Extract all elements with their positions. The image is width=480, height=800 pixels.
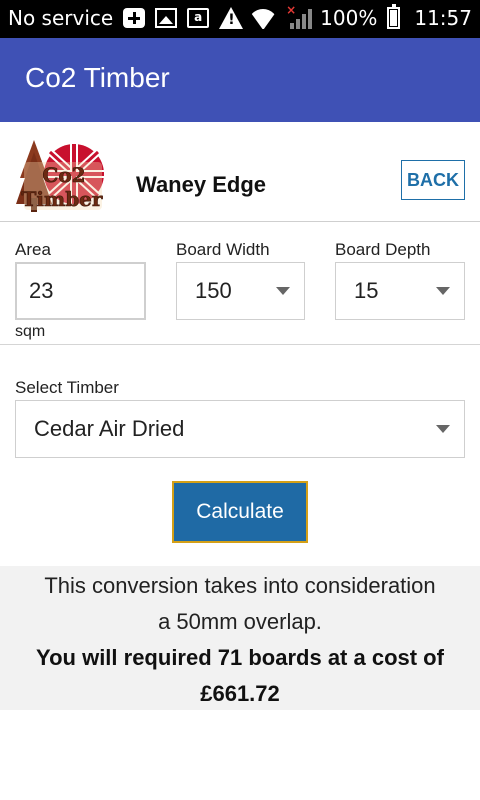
- status-right: × 100% 11:57: [238, 3, 472, 30]
- board-width-value: 150: [195, 278, 232, 303]
- clock: 11:57: [414, 6, 472, 30]
- board-depth-value: 15: [354, 278, 379, 303]
- page-title: Waney Edge: [136, 172, 266, 197]
- signal-icon: ×: [286, 3, 314, 29]
- area-input-value: 23: [29, 278, 54, 303]
- svg-text:Timber: Timber: [22, 187, 103, 211]
- select-timber-label: Select Timber: [15, 378, 119, 397]
- board-depth-label: Board Depth: [335, 240, 431, 259]
- page-header: Co2 Timber Waney Edge BACK: [0, 122, 480, 222]
- board-width-label: Board Width: [176, 240, 270, 259]
- board-width-select[interactable]: 150: [176, 262, 305, 320]
- dropdown-arrow-icon: [436, 425, 450, 433]
- dropdown-arrow-icon: [436, 287, 450, 295]
- carrier-text: No service: [8, 6, 114, 30]
- timber-value: Cedar Air Dried: [34, 416, 185, 441]
- board-depth-select[interactable]: 15: [335, 262, 465, 320]
- app-bar: Co2 Timber: [0, 38, 480, 122]
- result-line-2: a 50mm overlap.: [158, 609, 322, 634]
- result-line-1: This conversion takes into consideration: [44, 573, 436, 598]
- store-notification-icon: a: [187, 8, 210, 28]
- divider: [0, 344, 480, 345]
- area-label: Area: [15, 240, 51, 259]
- timber-select[interactable]: Cedar Air Dried: [15, 400, 465, 458]
- calculate-button[interactable]: Calculate: [172, 481, 308, 543]
- wifi-icon: [248, 7, 278, 29]
- back-button[interactable]: BACK: [401, 160, 465, 200]
- status-left: No service a !: [8, 6, 244, 30]
- status-bar: No service a ! × 100% 11:57: [0, 0, 480, 38]
- svg-text:Co2: Co2: [42, 163, 85, 187]
- dropdown-arrow-icon: [276, 287, 290, 295]
- app-title: Co2 Timber: [25, 62, 170, 93]
- battery-percent: 100%: [320, 6, 378, 30]
- result-panel: This conversion takes into consideration…: [0, 566, 480, 710]
- result-line-3: You will required 71 boards at a cost of: [36, 645, 444, 670]
- battery-icon: [387, 4, 401, 29]
- result-cost: £661.72: [200, 681, 280, 706]
- image-notification-icon: [155, 8, 178, 28]
- area-input[interactable]: 23: [15, 262, 146, 320]
- area-unit: sqm: [15, 323, 46, 340]
- co2-timber-logo: Co2 Timber: [16, 140, 104, 212]
- plus-notification-icon: [123, 8, 146, 28]
